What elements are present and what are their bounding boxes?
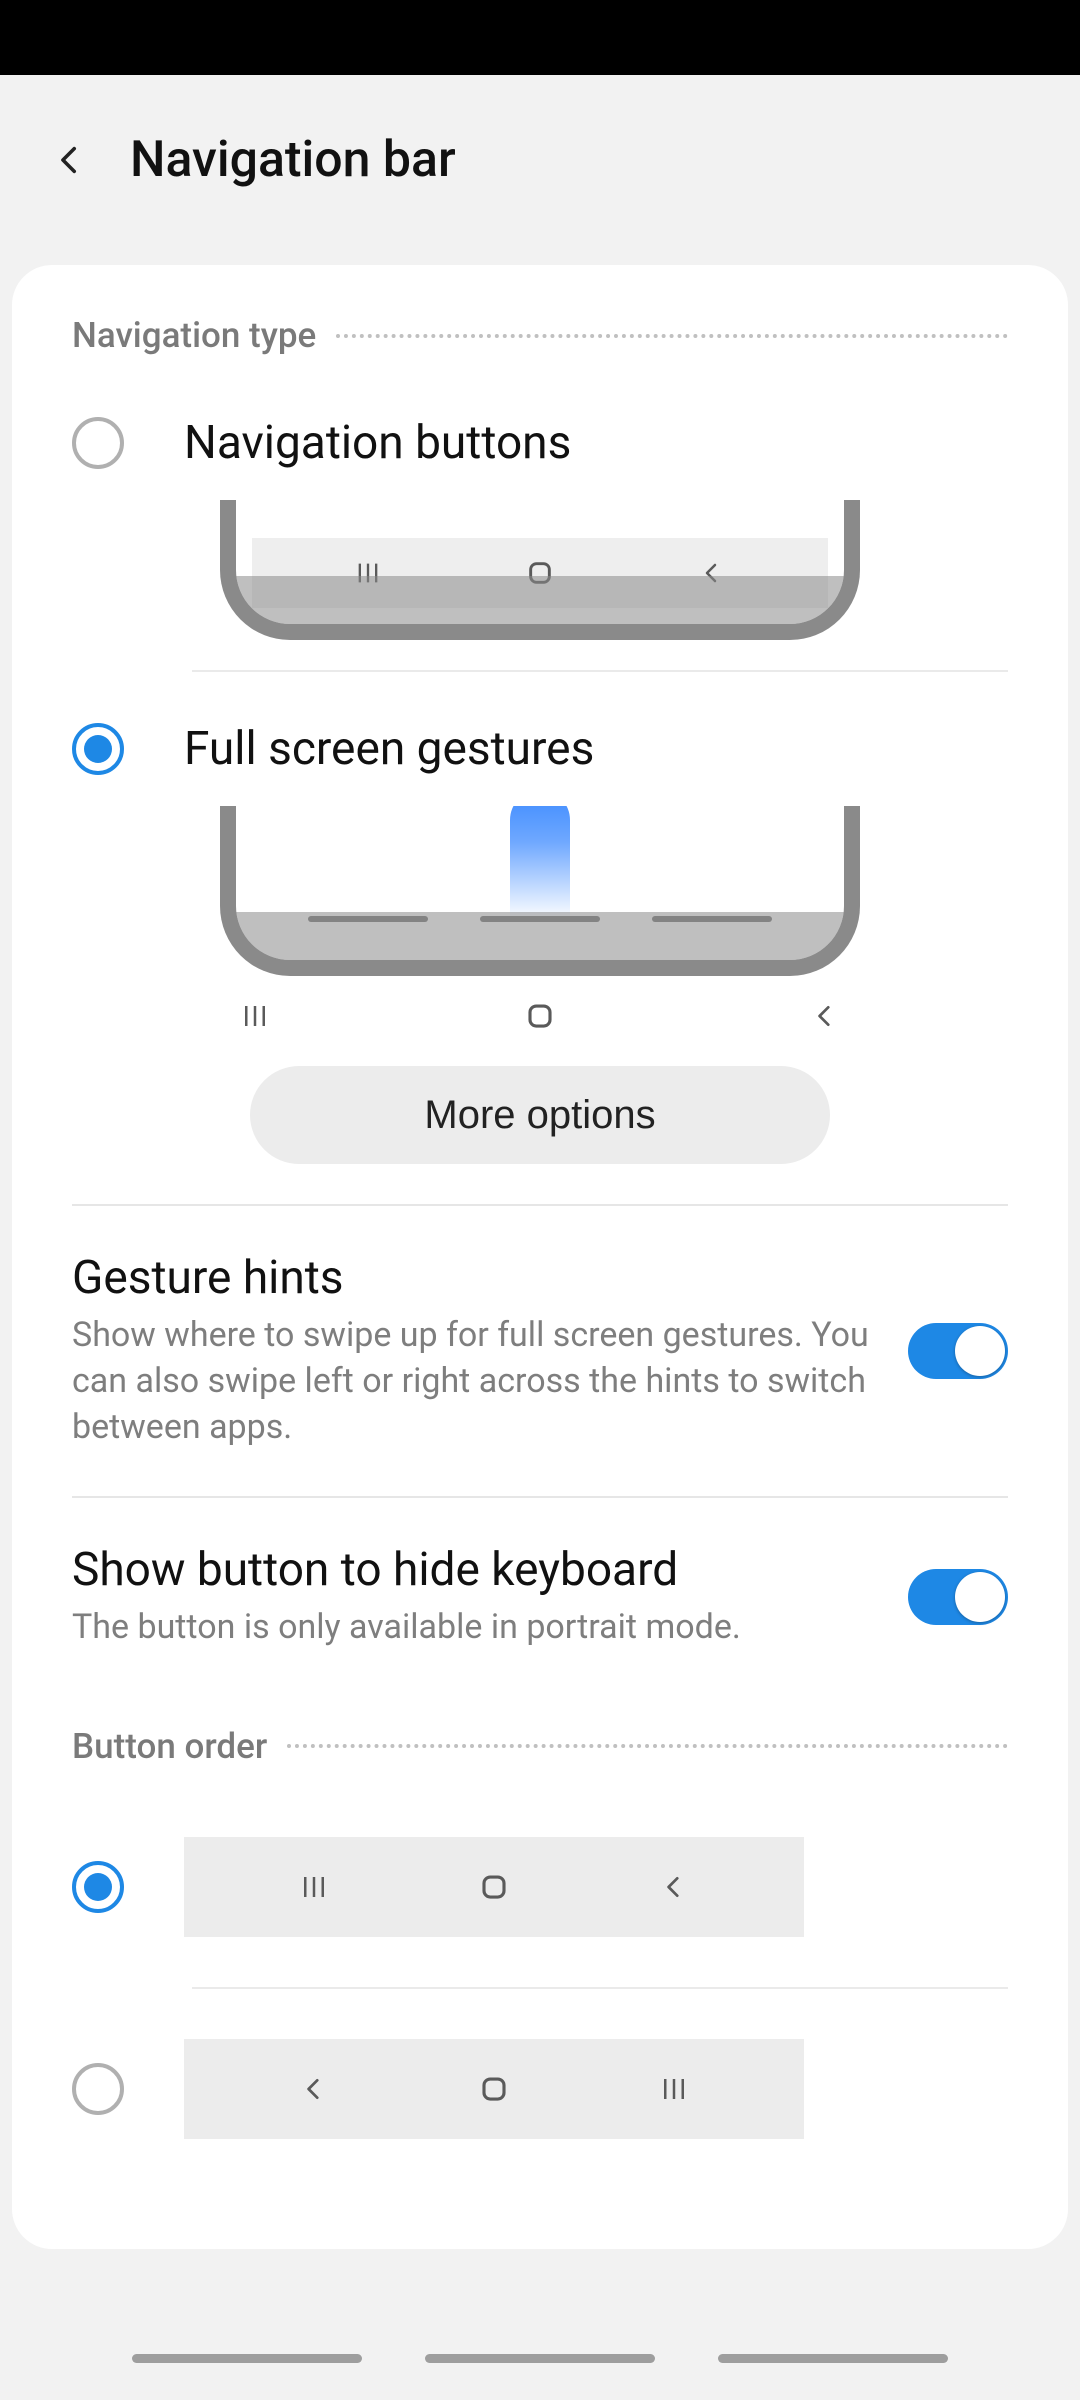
recent-apps-icon [294, 1867, 334, 1907]
settings-card: Navigation type Navigation buttons Full … [12, 265, 1068, 2249]
recent-apps-icon [235, 996, 275, 1036]
gesture-hint-bar [480, 916, 600, 922]
toggle-gesture-hints[interactable] [908, 1323, 1008, 1379]
radio-option-order-recents-home-back[interactable] [12, 1807, 1068, 1967]
gesture-icons-legend [12, 976, 1068, 1056]
radio-icon [72, 417, 124, 469]
back-icon [654, 1867, 694, 1907]
gesture-thumb-icon [510, 806, 570, 920]
radio-label: Navigation buttons [184, 416, 571, 470]
radio-option-order-back-home-recents[interactable] [12, 2009, 1068, 2169]
radio-label: Full screen gestures [184, 722, 594, 776]
section-divider-dots [336, 334, 1008, 338]
illustration-nav-buttons [12, 490, 1068, 670]
setting-title: Show button to hide keyboard [72, 1543, 878, 1597]
home-icon [474, 2069, 514, 2109]
setting-show-button-hide-keyboard[interactable]: Show button to hide keyboard The button … [12, 1498, 1068, 1696]
gesture-hint-bar [132, 2354, 362, 2363]
section-header-navigation-type: Navigation type [12, 295, 1068, 396]
back-icon [294, 2069, 334, 2109]
radio-option-navigation-buttons[interactable]: Navigation buttons [12, 396, 1068, 490]
setting-subtitle: The button is only available in portrait… [72, 1605, 878, 1651]
button-order-preview [184, 2039, 804, 2139]
illustration-gestures [12, 796, 1068, 976]
recent-apps-icon [654, 2069, 694, 2109]
section-label: Button order [72, 1726, 267, 1767]
divider [192, 1987, 1008, 1989]
section-divider-dots [287, 1744, 1008, 1748]
page-title: Navigation bar [130, 131, 456, 189]
gesture-hint-bar [652, 916, 772, 922]
app-bar: Navigation bar [0, 75, 1080, 245]
home-icon [520, 553, 560, 593]
gesture-hint-bar [718, 2354, 948, 2363]
section-header-button-order: Button order [12, 1696, 1068, 1807]
back-icon [692, 553, 732, 593]
setting-title: Gesture hints [72, 1251, 878, 1305]
system-gesture-hints[interactable] [0, 2316, 1080, 2400]
setting-gesture-hints[interactable]: Gesture hints Show where to swipe up for… [12, 1206, 1068, 1496]
recent-apps-icon [348, 553, 388, 593]
more-options-button[interactable]: More options [250, 1066, 830, 1164]
section-label: Navigation type [72, 315, 316, 356]
radio-icon [72, 1861, 124, 1913]
radio-option-full-screen-gestures[interactable]: Full screen gestures [12, 672, 1068, 796]
status-bar [0, 0, 1080, 75]
home-icon [520, 996, 560, 1036]
home-icon [474, 1867, 514, 1907]
back-button[interactable] [50, 140, 90, 180]
gesture-hint-bar [425, 2354, 655, 2363]
toggle-show-button-hide-keyboard[interactable] [908, 1569, 1008, 1625]
back-icon [805, 996, 845, 1036]
setting-subtitle: Show where to swipe up for full screen g… [72, 1313, 878, 1451]
button-order-preview [184, 1837, 804, 1937]
radio-icon [72, 2063, 124, 2115]
radio-icon [72, 723, 124, 775]
gesture-hint-bar [308, 916, 428, 922]
